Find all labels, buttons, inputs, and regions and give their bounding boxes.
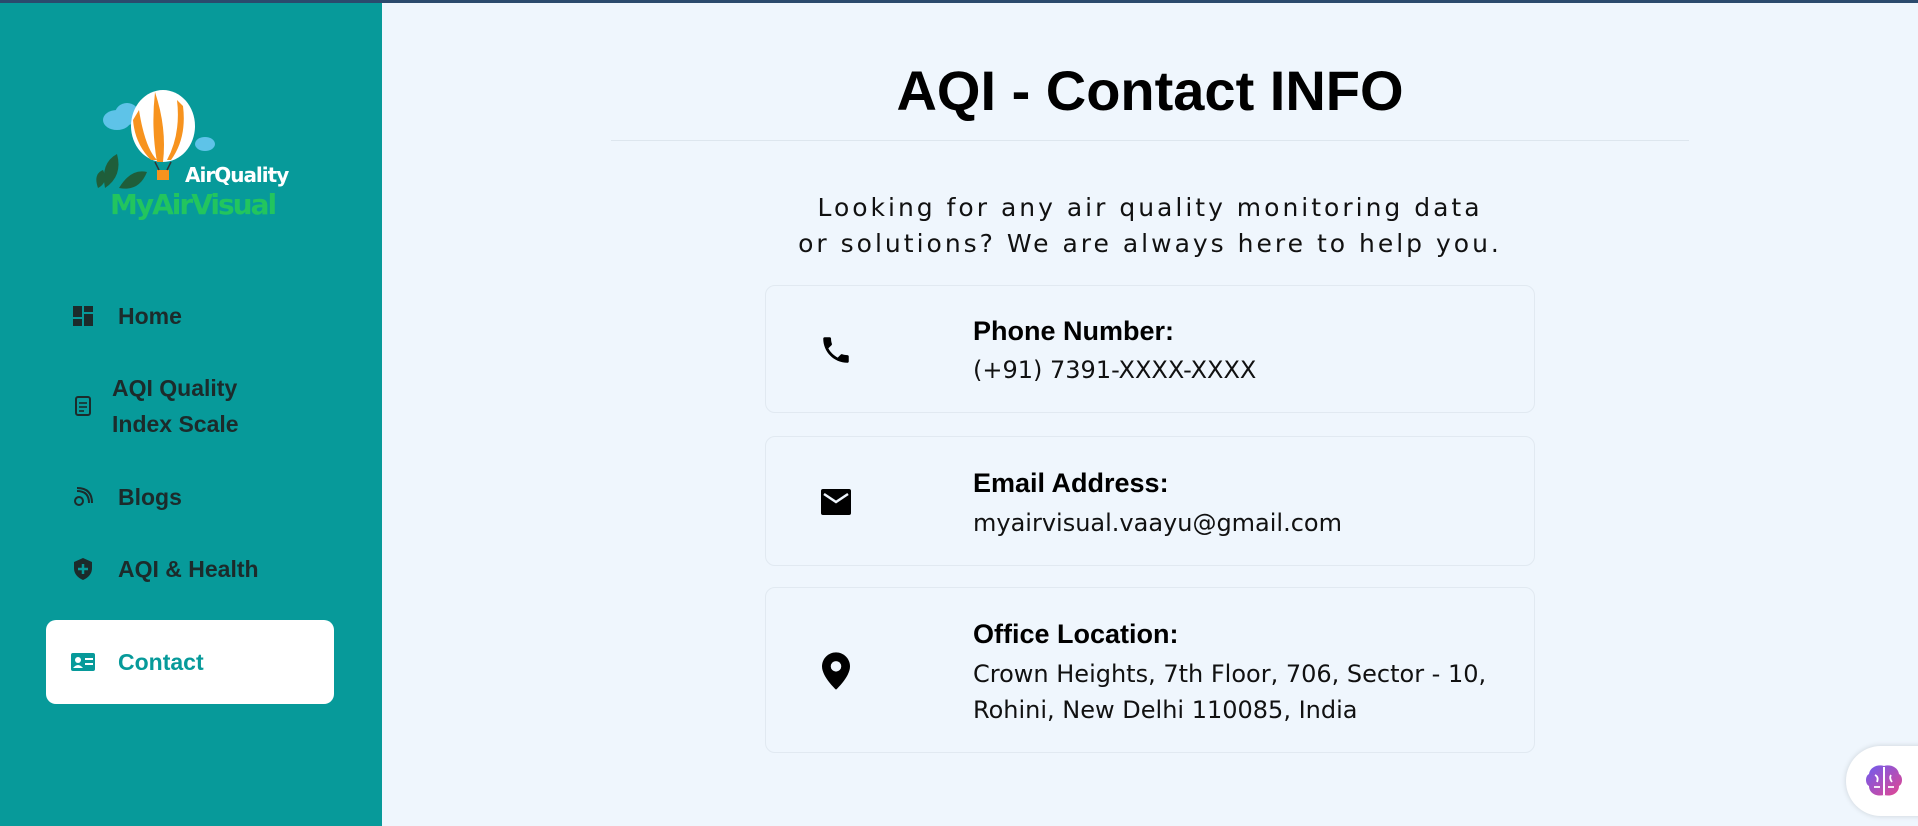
location-line2: Rohini, New Delhi 110085, India bbox=[973, 696, 1358, 724]
email-card: Email Address: myairvisual.vaayu@gmail.c… bbox=[765, 436, 1535, 566]
location-pin-icon bbox=[816, 651, 856, 691]
sidebar-item-contact[interactable]: Contact bbox=[46, 620, 334, 704]
location-heading: Office Location: bbox=[973, 619, 1179, 649]
subtitle-line2: or solutions? We are always here to help… bbox=[798, 229, 1502, 258]
sidebar-item-label: AQI & Health bbox=[118, 555, 259, 582]
sidebar-item-label-wrap: AQI Quality Index Scale bbox=[112, 370, 239, 442]
sidebar-item-label: Contact bbox=[118, 648, 204, 675]
sidebar: AirQuality MyAirVisual Home AQI Quality … bbox=[0, 3, 382, 826]
phone-icon bbox=[816, 330, 856, 370]
sidebar-item-home[interactable]: Home bbox=[46, 298, 334, 334]
shield-icon bbox=[70, 556, 96, 582]
page-subtitle: Looking for any air quality monitoring d… bbox=[700, 190, 1600, 262]
brand-name: MyAirVisual bbox=[110, 188, 277, 221]
phone-card: Phone Number: (+91) 7391-XXXX-XXXX bbox=[765, 285, 1535, 413]
brand-logo[interactable]: AirQuality MyAirVisual bbox=[95, 88, 295, 228]
sidebar-item-label: Blogs bbox=[118, 483, 182, 510]
blog-icon bbox=[70, 484, 96, 510]
assistant-button[interactable] bbox=[1846, 746, 1918, 816]
brand-small-text: AirQuality bbox=[185, 163, 289, 187]
location-line1: Crown Heights, 7th Floor, 706, Sector - … bbox=[973, 660, 1487, 688]
title-divider bbox=[611, 140, 1689, 141]
dashboard-icon bbox=[70, 303, 96, 329]
sidebar-item-label-line1: AQI Quality bbox=[112, 375, 238, 401]
phone-heading: Phone Number: bbox=[973, 316, 1175, 346]
sidebar-item-blogs[interactable]: Blogs bbox=[46, 479, 334, 515]
subtitle-line1: Looking for any air quality monitoring d… bbox=[817, 193, 1483, 222]
document-icon bbox=[70, 393, 96, 419]
sidebar-item-label: Home bbox=[118, 302, 182, 329]
email-value[interactable]: myairvisual.vaayu@gmail.com bbox=[973, 505, 1342, 541]
sidebar-item-label-line2: Index Scale bbox=[112, 411, 239, 437]
location-card: Office Location: Crown Heights, 7th Floo… bbox=[765, 587, 1535, 753]
page-title: AQI - Contact INFO bbox=[896, 59, 1404, 122]
sidebar-item-aqi-scale[interactable]: AQI Quality Index Scale bbox=[46, 370, 334, 442]
mail-icon bbox=[816, 482, 856, 522]
sidebar-item-aqi-health[interactable]: AQI & Health bbox=[46, 551, 334, 587]
email-heading: Email Address: bbox=[973, 468, 1169, 498]
contact-card-icon bbox=[70, 649, 96, 675]
brain-icon bbox=[1866, 765, 1902, 796]
phone-value[interactable]: (+91) 7391-XXXX-XXXX bbox=[973, 352, 1256, 388]
